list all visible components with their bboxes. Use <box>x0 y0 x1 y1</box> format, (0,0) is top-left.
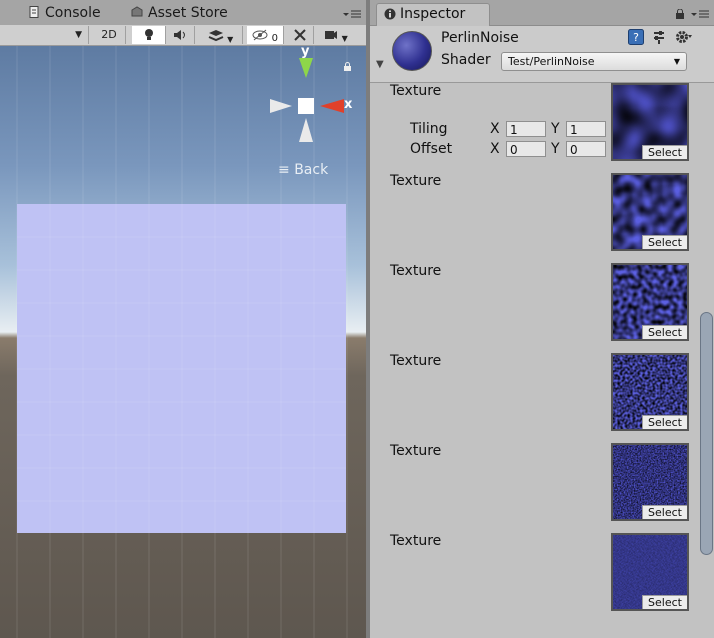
scene-view[interactable]: y x ≡ Back <box>0 46 366 638</box>
inspector-tab-bar: Inspector <box>370 0 714 26</box>
tab-asset-store[interactable]: Asset Store <box>131 2 228 24</box>
select-texture-button[interactable]: Select <box>642 145 687 159</box>
select-texture-button[interactable]: Select <box>642 595 687 609</box>
camera-icon <box>325 31 338 39</box>
scene-toolbar: ▼ 2D ▼ 0 ▼ <box>0 25 366 46</box>
gizmo-back-toggle[interactable]: ≡ Back <box>278 162 328 178</box>
mode-2d-toggle[interactable]: 2D <box>93 26 126 44</box>
tools-icon <box>294 29 306 41</box>
foldout-arrow-icon[interactable]: ▼ <box>376 59 384 70</box>
chevron-down-icon: ▼ <box>227 35 234 44</box>
panel-menu-icon[interactable] <box>691 8 709 23</box>
gizmo-y-label: y <box>301 46 310 59</box>
gizmo-x-cone[interactable] <box>320 99 344 113</box>
tiling-x-field[interactable]: 1 <box>506 121 546 137</box>
offset-label: Offset <box>410 141 453 157</box>
lock-icon[interactable] <box>675 8 685 23</box>
console-icon <box>28 3 40 18</box>
tiling-y-field[interactable]: 1 <box>566 121 606 137</box>
texture-slot-5[interactable]: Select <box>611 533 689 611</box>
gear-icon[interactable] <box>675 29 693 49</box>
select-texture-button[interactable]: Select <box>642 505 687 519</box>
offset-x-field[interactable]: 0 <box>506 141 546 157</box>
material-name: PerlinNoise <box>441 30 519 46</box>
audio-toggle[interactable] <box>166 26 195 44</box>
shading-mode-dropdown[interactable]: ▼ <box>0 26 89 44</box>
shader-dropdown[interactable]: Test/PerlinNoise ▼ <box>501 52 687 71</box>
offset-y-label: Y <box>551 141 560 157</box>
preset-icon[interactable] <box>652 30 666 48</box>
material-preview-sphere <box>392 31 432 71</box>
texture-label: Texture <box>390 263 442 279</box>
inspector-body: Texture Select Tiling X 1 Y 1 Offset X 0… <box>370 83 714 638</box>
gizmo-neg-z-cone[interactable] <box>299 118 313 142</box>
mode-2d-label: 2D <box>101 28 117 41</box>
gizmo-y-cone[interactable] <box>299 58 313 78</box>
lock-icon[interactable] <box>343 60 352 71</box>
speaker-icon <box>174 30 185 40</box>
camera-dropdown[interactable]: ▼ <box>318 26 354 44</box>
info-icon <box>384 8 396 24</box>
gizmo-neg-x-cone[interactable] <box>270 99 292 113</box>
tab-console-label: Console <box>45 5 101 21</box>
texture-label: Texture <box>390 83 442 99</box>
texture-slot-1[interactable]: Select <box>611 173 689 251</box>
plane-noise-texture <box>17 204 346 533</box>
texture-label: Texture <box>390 533 442 549</box>
tab-inspector[interactable]: Inspector <box>376 3 490 26</box>
back-label: Back <box>294 162 329 178</box>
tab-inspector-label: Inspector <box>400 6 466 22</box>
texture-slot-0[interactable]: Select <box>611 83 689 161</box>
texture-slot-4[interactable]: Select <box>611 443 689 521</box>
eye-hidden-icon <box>252 29 268 41</box>
perlin-noise-plane[interactable] <box>17 204 346 533</box>
lighting-toggle[interactable] <box>132 26 166 44</box>
inspector-scrollbar-thumb[interactable] <box>700 312 713 555</box>
help-icon[interactable]: ? <box>628 29 644 49</box>
asset-store-icon <box>131 3 143 17</box>
material-header: ▼ PerlinNoise Shader Test/PerlinNoise ▼ … <box>370 26 714 83</box>
effects-dropdown[interactable]: ▼ <box>199 26 243 44</box>
layers-icon <box>208 30 224 42</box>
texture-label: Texture <box>390 173 442 189</box>
svg-text:?: ? <box>633 31 639 44</box>
chevron-down-icon: ▼ <box>341 34 348 43</box>
offset-y-field[interactable]: 0 <box>566 141 606 157</box>
texture-slot-3[interactable]: Select <box>611 353 689 431</box>
chevron-down-icon: ▼ <box>673 57 680 66</box>
panel-menu-icon[interactable] <box>343 8 361 23</box>
offset-x-label: X <box>490 141 500 157</box>
select-texture-button[interactable]: Select <box>642 325 687 339</box>
lightbulb-icon <box>144 29 153 40</box>
tiling-y-label: Y <box>551 121 560 137</box>
select-texture-button[interactable]: Select <box>642 415 687 429</box>
tools-toggle[interactable] <box>287 26 314 44</box>
hidden-count: 0 <box>271 33 278 44</box>
gizmo-x-label: x <box>344 97 353 112</box>
gizmo-center-cube[interactable] <box>298 98 314 114</box>
hidden-objects-toggle[interactable]: 0 <box>247 26 284 44</box>
tiling-x-label: X <box>490 121 500 137</box>
texture-label: Texture <box>390 443 442 459</box>
tiling-label: Tiling <box>410 121 448 137</box>
select-texture-button[interactable]: Select <box>642 235 687 249</box>
shader-label: Shader <box>441 52 491 68</box>
texture-label: Texture <box>390 353 442 369</box>
shader-value: Test/PerlinNoise <box>508 55 595 68</box>
hamburger-icon: ≡ <box>278 162 290 178</box>
chevron-down-icon: ▼ <box>75 30 82 40</box>
tab-asset-store-label: Asset Store <box>148 5 228 21</box>
texture-slot-2[interactable]: Select <box>611 263 689 341</box>
scene-tab-bar: Console Asset Store <box>0 0 366 26</box>
tab-console[interactable]: Console <box>28 2 101 24</box>
